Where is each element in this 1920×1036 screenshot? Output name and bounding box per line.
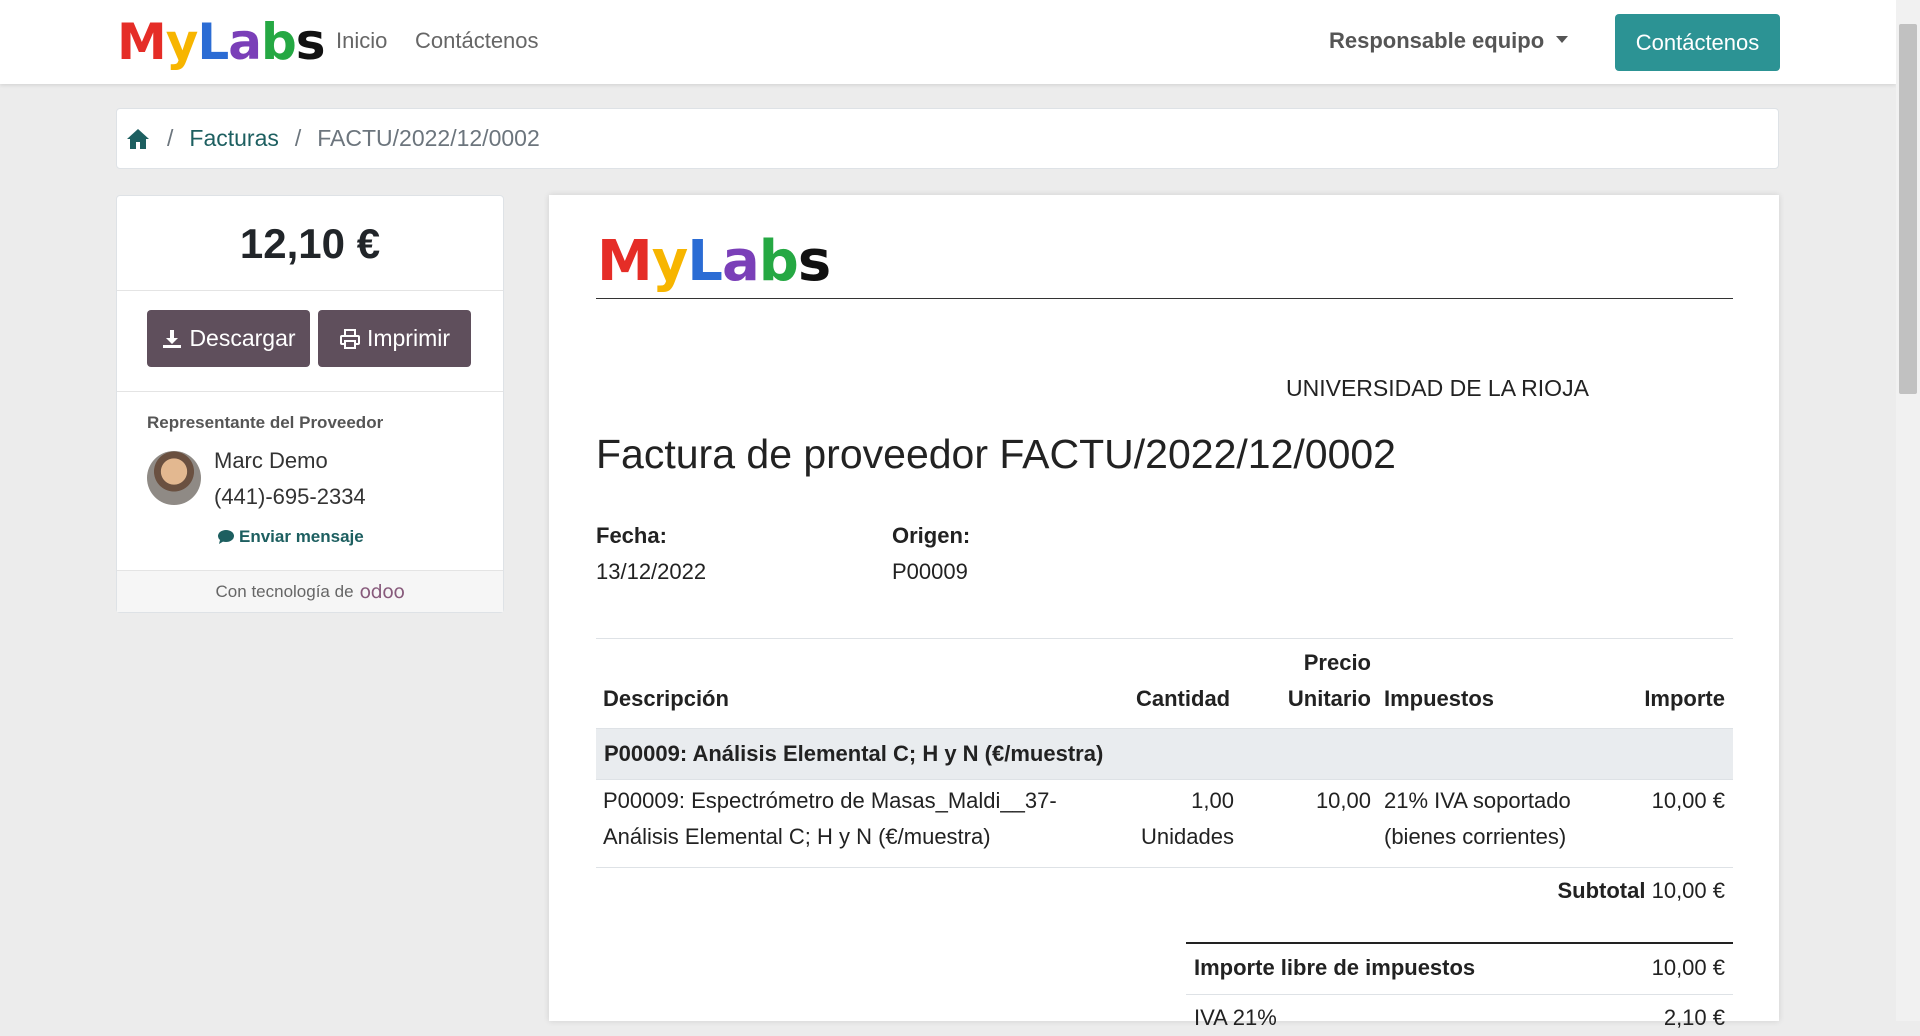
logo-letter: L xyxy=(197,13,229,71)
representative-phone: (441)-695-2334 xyxy=(214,484,366,509)
download-icon xyxy=(163,329,182,348)
brand-logo[interactable]: M y L a b s xyxy=(117,13,326,71)
avatar xyxy=(147,451,201,505)
totals-top-rule xyxy=(1186,942,1733,944)
customer-name: UNIVERSIDAD DE LA RIOJA xyxy=(1286,375,1589,401)
divider xyxy=(117,290,503,291)
tax-value: 2,10 € xyxy=(1663,1005,1725,1030)
divider xyxy=(117,391,503,392)
invoice-title: Factura de proveedor FACTU/2022/12/0002 xyxy=(596,431,1396,477)
table-section-row: P00009: Análisis Elemental C; H y N (€/m… xyxy=(596,728,1733,780)
representative-title: Representante del Proveedor xyxy=(147,413,384,432)
line-quantity: 1,00 Unidades xyxy=(1109,783,1234,855)
send-message-link[interactable]: Enviar mensaje xyxy=(217,527,364,547)
logo-letter: a xyxy=(721,229,760,294)
logo-letter: s xyxy=(797,229,831,294)
header-unit-price-line1: Precio xyxy=(1303,650,1371,675)
top-navbar: M y L a b s Inicio Contáctenos Responsab… xyxy=(0,0,1896,84)
representative-name: Marc Demo xyxy=(214,448,328,473)
download-label: Descargar xyxy=(189,325,296,351)
header-unit-price: Precio Unitario xyxy=(1209,645,1371,717)
header-unit-price-line2: Unitario xyxy=(1287,686,1371,711)
user-menu-label: Responsable equipo xyxy=(1329,28,1545,53)
home-icon[interactable] xyxy=(125,127,151,151)
logo-letter: M xyxy=(597,229,653,294)
contact-button[interactable]: Contáctenos xyxy=(1615,14,1780,71)
nav-link-contact[interactable]: Contáctenos xyxy=(415,28,539,54)
logo-letter: L xyxy=(687,229,723,294)
nav-link-home[interactable]: Inicio xyxy=(336,28,387,54)
print-icon xyxy=(339,328,360,349)
line-description-1: P00009: Espectrómetro de Masas_Maldi__37… xyxy=(603,788,1057,813)
invoice-total-amount: 12,10 € xyxy=(239,220,381,267)
scrollbar-thumb[interactable] xyxy=(1899,24,1917,394)
breadcrumb-current: FACTU/2022/12/0002 xyxy=(317,125,540,151)
line-description-2: Análisis Elemental C; H y N (€/muestra) xyxy=(603,824,991,849)
logo-letter: s xyxy=(295,13,326,71)
breadcrumb: / Facturas / FACTU/2022/12/0002 xyxy=(116,108,1779,169)
line-uom: Unidades xyxy=(1141,824,1234,849)
header-description: Descripción xyxy=(603,686,729,711)
date-value: 13/12/2022 xyxy=(596,559,707,584)
line-tax-2: (bienes corrientes) xyxy=(1384,824,1567,849)
page-scrollbar[interactable] xyxy=(1896,0,1920,1021)
download-button[interactable]: Descargar xyxy=(147,310,310,367)
logo-letter: y xyxy=(651,229,689,294)
line-tax-1: 21% IVA soportado xyxy=(1384,788,1571,813)
logo-letter: b xyxy=(260,13,297,71)
line-description: P00009: Espectrómetro de Masas_Maldi__37… xyxy=(603,783,1057,855)
odoo-logo[interactable]: odoo xyxy=(360,581,405,603)
send-message-label: Enviar mensaje xyxy=(239,527,364,546)
origin-label: Origen: xyxy=(892,523,971,548)
header-taxes: Impuestos xyxy=(1384,686,1495,711)
origin-value: P00009 xyxy=(892,559,968,584)
print-button[interactable]: Imprimir xyxy=(318,310,471,367)
date-label: Fecha: xyxy=(596,523,667,548)
user-menu-dropdown[interactable]: Responsable equipo xyxy=(1329,28,1569,54)
table-top-rule xyxy=(596,638,1733,639)
document-logo: M y L a b s xyxy=(597,229,831,294)
logo-letter: b xyxy=(758,229,799,294)
tax-label: IVA 21% xyxy=(1194,1005,1277,1030)
powered-by-text: Con tecnología de xyxy=(215,581,354,601)
breadcrumb-separator: / xyxy=(167,125,174,151)
subtotal-label: Subtotal xyxy=(1557,878,1646,903)
header-rule xyxy=(596,298,1733,299)
line-amount: 10,00 € xyxy=(1651,788,1725,813)
totals-divider xyxy=(1186,994,1733,995)
line-unit-price: 10,00 xyxy=(1315,788,1371,813)
breadcrumb-invoices-link[interactable]: Facturas xyxy=(189,125,278,152)
subtotal-row: Subtotal 10,00 € xyxy=(1249,873,1725,909)
untaxed-label: Importe libre de impuestos xyxy=(1194,955,1476,980)
line-taxes: 21% IVA soportado (bienes corrientes) xyxy=(1384,783,1571,855)
print-label: Imprimir xyxy=(366,325,451,351)
chat-icon xyxy=(218,530,234,544)
powered-by-footer: Con tecnología de odoo xyxy=(117,570,503,612)
logo-letter: M xyxy=(117,13,167,71)
logo-letter: y xyxy=(165,13,199,71)
breadcrumb-separator: / xyxy=(294,125,302,151)
subtotal-value: 10,00 € xyxy=(1651,878,1725,903)
line-bottom-rule xyxy=(596,867,1733,868)
untaxed-value: 10,00 € xyxy=(1651,955,1725,980)
line-qty: 1,00 xyxy=(1191,788,1234,813)
invoice-document: M y L a b s UNIVERSIDAD DE LA RIOJA Fact… xyxy=(549,195,1779,1030)
section-label: P00009: Análisis Elemental C; H y N (€/m… xyxy=(604,741,1104,766)
logo-letter: a xyxy=(228,13,262,71)
header-amount: Importe xyxy=(1644,686,1725,711)
caret-down-icon xyxy=(1556,35,1569,43)
invoice-sidebar: 12,10 € Descargar Imprimir Representante… xyxy=(116,195,504,613)
